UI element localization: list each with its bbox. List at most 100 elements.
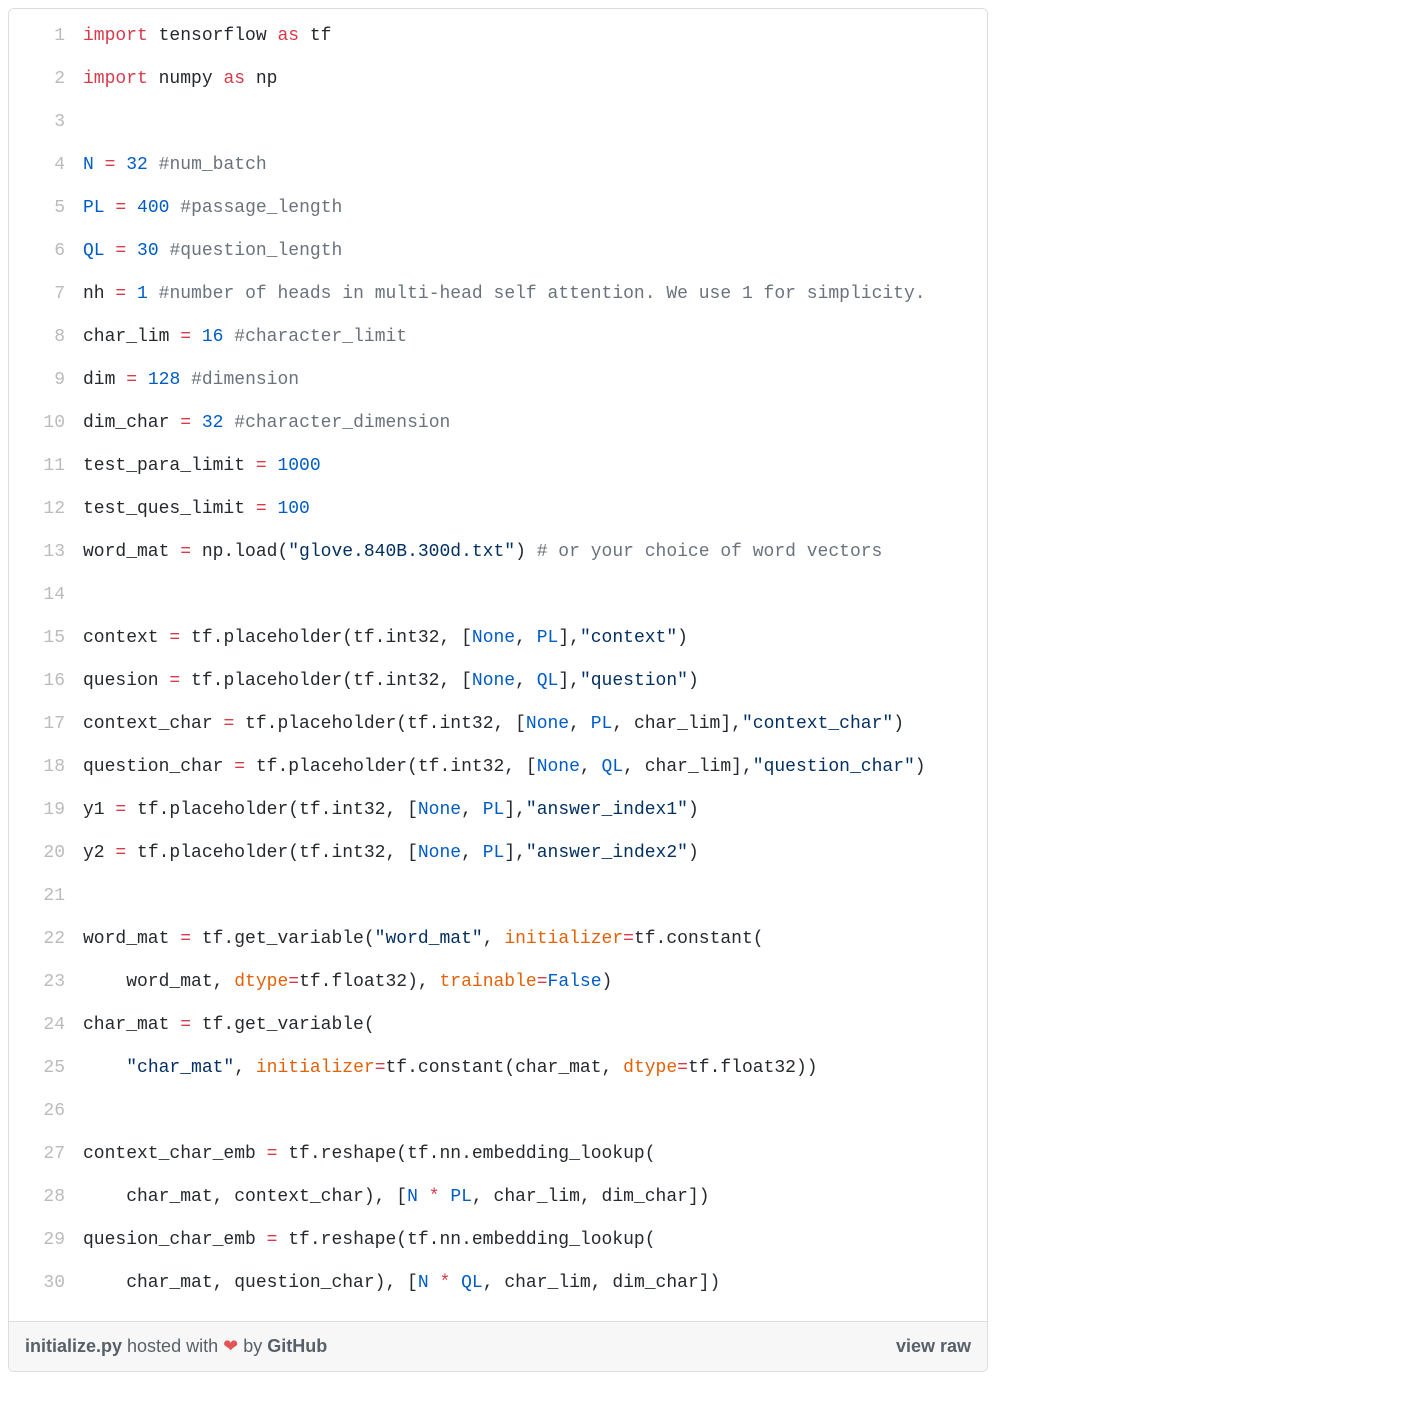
line-number[interactable]: 29: [9, 1219, 83, 1262]
code-text[interactable]: char_mat, context_char), [N * PL, char_l…: [83, 1176, 987, 1219]
line-number[interactable]: 7: [9, 273, 83, 316]
code-line: 23 word_mat, dtype=tf.float32), trainabl…: [9, 961, 987, 1004]
code-text[interactable]: N = 32 #num_batch: [83, 144, 987, 187]
code-text[interactable]: QL = 30 #question_length: [83, 230, 987, 273]
code-line: 11test_para_limit = 1000: [9, 445, 987, 488]
github-link[interactable]: GitHub: [267, 1336, 327, 1356]
code-text[interactable]: word_mat = tf.get_variable("word_mat", i…: [83, 918, 987, 961]
code-text[interactable]: y1 = tf.placeholder(tf.int32, [None, PL]…: [83, 789, 987, 832]
gist-meta-left: initialize.py hosted with ❤ by GitHub: [25, 1336, 327, 1357]
line-number[interactable]: 18: [9, 746, 83, 789]
code-line: 16quesion = tf.placeholder(tf.int32, [No…: [9, 660, 987, 703]
code-line: 24char_mat = tf.get_variable(: [9, 1004, 987, 1047]
code-line: 15context = tf.placeholder(tf.int32, [No…: [9, 617, 987, 660]
code-text[interactable]: nh = 1 #number of heads in multi-head se…: [83, 273, 987, 316]
line-number[interactable]: 15: [9, 617, 83, 660]
line-number[interactable]: 21: [9, 875, 83, 918]
code-text[interactable]: context_char_emb = tf.reshape(tf.nn.embe…: [83, 1133, 987, 1176]
line-number[interactable]: 2: [9, 58, 83, 101]
code-line: 10dim_char = 32 #character_dimension: [9, 402, 987, 445]
line-number[interactable]: 14: [9, 574, 83, 617]
line-number[interactable]: 17: [9, 703, 83, 746]
code-text[interactable]: context = tf.placeholder(tf.int32, [None…: [83, 617, 987, 660]
hosted-with-text: hosted with: [122, 1336, 223, 1356]
line-number[interactable]: 30: [9, 1262, 83, 1305]
code-text[interactable]: import tensorflow as tf: [83, 15, 987, 58]
code-line: 30 char_mat, question_char), [N * QL, ch…: [9, 1262, 987, 1305]
code-line: 27context_char_emb = tf.reshape(tf.nn.em…: [9, 1133, 987, 1176]
code-text[interactable]: context_char = tf.placeholder(tf.int32, …: [83, 703, 987, 746]
line-number[interactable]: 20: [9, 832, 83, 875]
code-text[interactable]: test_para_limit = 1000: [83, 445, 987, 488]
line-number[interactable]: 6: [9, 230, 83, 273]
code-line: 7nh = 1 #number of heads in multi-head s…: [9, 273, 987, 316]
code-text[interactable]: "char_mat", initializer=tf.constant(char…: [83, 1047, 987, 1090]
line-number[interactable]: 27: [9, 1133, 83, 1176]
code-text[interactable]: quesion = tf.placeholder(tf.int32, [None…: [83, 660, 987, 703]
code-line: 17context_char = tf.placeholder(tf.int32…: [9, 703, 987, 746]
code-text[interactable]: dim = 128 #dimension: [83, 359, 987, 402]
code-line: 18question_char = tf.placeholder(tf.int3…: [9, 746, 987, 789]
line-number[interactable]: 11: [9, 445, 83, 488]
code-text[interactable]: [83, 101, 987, 144]
code-line: 4N = 32 #num_batch: [9, 144, 987, 187]
heart-icon: ❤: [223, 1336, 238, 1356]
line-number[interactable]: 25: [9, 1047, 83, 1090]
code-text[interactable]: PL = 400 #passage_length: [83, 187, 987, 230]
code-text[interactable]: dim_char = 32 #character_dimension: [83, 402, 987, 445]
code-text[interactable]: import numpy as np: [83, 58, 987, 101]
code-line: 5PL = 400 #passage_length: [9, 187, 987, 230]
gist-filename-link[interactable]: initialize.py: [25, 1336, 122, 1356]
code-text[interactable]: word_mat, dtype=tf.float32), trainable=F…: [83, 961, 987, 1004]
code-text[interactable]: [83, 875, 987, 918]
view-raw-link[interactable]: view raw: [896, 1336, 971, 1356]
code-line: 12test_ques_limit = 100: [9, 488, 987, 531]
code-line: 6QL = 30 #question_length: [9, 230, 987, 273]
code-text[interactable]: question_char = tf.placeholder(tf.int32,…: [83, 746, 987, 789]
by-text: by: [238, 1336, 267, 1356]
code-text[interactable]: char_lim = 16 #character_limit: [83, 316, 987, 359]
code-line: 1import tensorflow as tf: [9, 15, 987, 58]
line-number[interactable]: 19: [9, 789, 83, 832]
code-line: 21: [9, 875, 987, 918]
line-number[interactable]: 9: [9, 359, 83, 402]
code-text[interactable]: [83, 1090, 987, 1133]
line-number[interactable]: 22: [9, 918, 83, 961]
line-number[interactable]: 10: [9, 402, 83, 445]
line-number[interactable]: 3: [9, 101, 83, 144]
line-number[interactable]: 12: [9, 488, 83, 531]
code-line: 3: [9, 101, 987, 144]
gist-container: 1import tensorflow as tf2import numpy as…: [8, 8, 988, 1372]
code-line: 19y1 = tf.placeholder(tf.int32, [None, P…: [9, 789, 987, 832]
code-line: 2import numpy as np: [9, 58, 987, 101]
code-text[interactable]: y2 = tf.placeholder(tf.int32, [None, PL]…: [83, 832, 987, 875]
code-text[interactable]: quesion_char_emb = tf.reshape(tf.nn.embe…: [83, 1219, 987, 1262]
code-line: 28 char_mat, context_char), [N * PL, cha…: [9, 1176, 987, 1219]
line-number[interactable]: 28: [9, 1176, 83, 1219]
code-line: 22word_mat = tf.get_variable("word_mat",…: [9, 918, 987, 961]
code-text[interactable]: char_mat, question_char), [N * QL, char_…: [83, 1262, 987, 1305]
code-text[interactable]: [83, 574, 987, 617]
code-text[interactable]: test_ques_limit = 100: [83, 488, 987, 531]
code-line: 14: [9, 574, 987, 617]
code-text[interactable]: char_mat = tf.get_variable(: [83, 1004, 987, 1047]
line-number[interactable]: 13: [9, 531, 83, 574]
line-number[interactable]: 23: [9, 961, 83, 1004]
code-line: 25 "char_mat", initializer=tf.constant(c…: [9, 1047, 987, 1090]
line-number[interactable]: 1: [9, 15, 83, 58]
code-text[interactable]: word_mat = np.load("glove.840B.300d.txt"…: [83, 531, 987, 574]
line-number[interactable]: 8: [9, 316, 83, 359]
code-line: 26: [9, 1090, 987, 1133]
line-number[interactable]: 26: [9, 1090, 83, 1133]
gist-meta-bar: initialize.py hosted with ❤ by GitHub vi…: [9, 1321, 987, 1371]
line-number[interactable]: 24: [9, 1004, 83, 1047]
line-number[interactable]: 5: [9, 187, 83, 230]
code-line: 13word_mat = np.load("glove.840B.300d.tx…: [9, 531, 987, 574]
line-number[interactable]: 4: [9, 144, 83, 187]
code-block[interactable]: 1import tensorflow as tf2import numpy as…: [9, 9, 987, 1321]
code-line: 8char_lim = 16 #character_limit: [9, 316, 987, 359]
line-number[interactable]: 16: [9, 660, 83, 703]
code-line: 29quesion_char_emb = tf.reshape(tf.nn.em…: [9, 1219, 987, 1262]
code-line: 9dim = 128 #dimension: [9, 359, 987, 402]
gist-meta-right: view raw: [896, 1336, 971, 1357]
